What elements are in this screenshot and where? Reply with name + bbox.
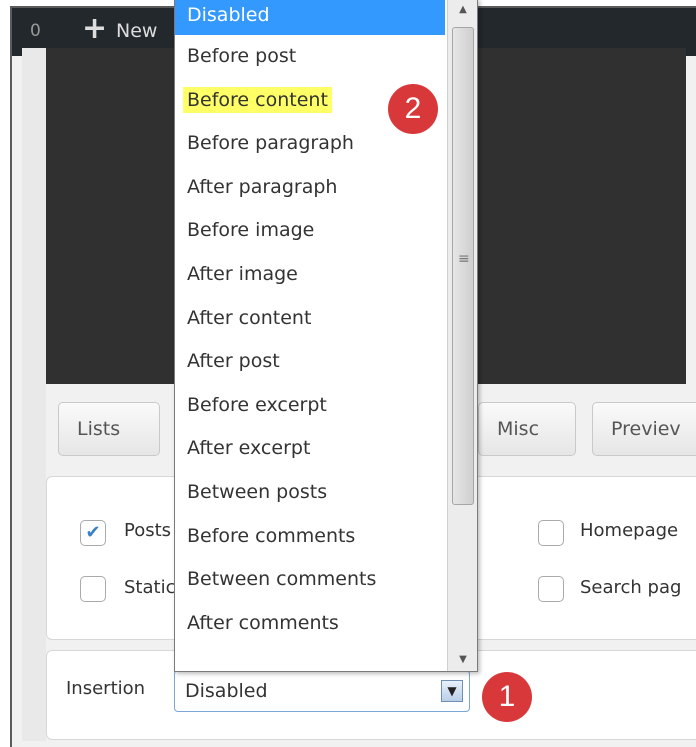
option-after-excerpt[interactable]: After excerpt — [175, 427, 445, 471]
insertion-select[interactable]: Disabled ▼ — [174, 670, 470, 712]
search-page-label: Search pag — [580, 577, 682, 598]
left-gutter — [22, 48, 46, 741]
step-badge-1: 1 — [482, 672, 532, 722]
option-between-posts[interactable]: Between posts — [175, 471, 445, 515]
scroll-up-arrow-icon[interactable]: ▲ — [452, 1, 474, 19]
admin-bar-count[interactable]: 0 — [30, 21, 41, 41]
step-badge-2: 2 — [388, 84, 438, 134]
option-before-excerpt[interactable]: Before excerpt — [175, 384, 445, 428]
plus-icon[interactable]: + — [82, 14, 107, 44]
static-checkbox[interactable] — [80, 576, 106, 602]
homepage-checkbox[interactable] — [538, 520, 564, 546]
admin-bar-new-link[interactable]: New — [116, 20, 157, 42]
chevron-down-icon[interactable]: ▼ — [441, 680, 463, 702]
option-after-content[interactable]: After content — [175, 297, 445, 341]
option-after-post[interactable]: After post — [175, 340, 445, 384]
tab-preview[interactable]: Previev — [592, 402, 696, 456]
insertion-label: Insertion — [66, 678, 146, 699]
option-after-paragraph[interactable]: After paragraph — [175, 166, 445, 210]
posts-label: Posts — [124, 520, 172, 541]
tab-misc[interactable]: Misc — [478, 402, 576, 456]
option-disabled[interactable]: Disabled — [175, 0, 445, 35]
option-before-comments[interactable]: Before comments — [175, 515, 445, 559]
posts-checkbox[interactable]: ✔ — [80, 520, 106, 546]
option-before-image[interactable]: Before image — [175, 209, 445, 253]
homepage-label: Homepage — [580, 520, 679, 541]
insertion-selected-value: Disabled — [185, 680, 268, 702]
scroll-thumb[interactable]: ≡ — [452, 27, 474, 505]
option-after-comments[interactable]: After comments — [175, 602, 445, 646]
option-between-comments[interactable]: Between comments — [175, 558, 445, 602]
grip-icon: ≡ — [458, 251, 470, 267]
search-page-checkbox[interactable] — [538, 576, 564, 602]
option-after-image[interactable]: After image — [175, 253, 445, 297]
tab-lists[interactable]: Lists — [58, 402, 160, 456]
static-label: Static — [124, 577, 176, 598]
option-before-post[interactable]: Before post — [175, 35, 445, 79]
scroll-down-arrow-icon[interactable]: ▼ — [452, 651, 474, 669]
dropdown-scrollbar[interactable]: ▲ ≡ ▼ — [447, 0, 477, 671]
